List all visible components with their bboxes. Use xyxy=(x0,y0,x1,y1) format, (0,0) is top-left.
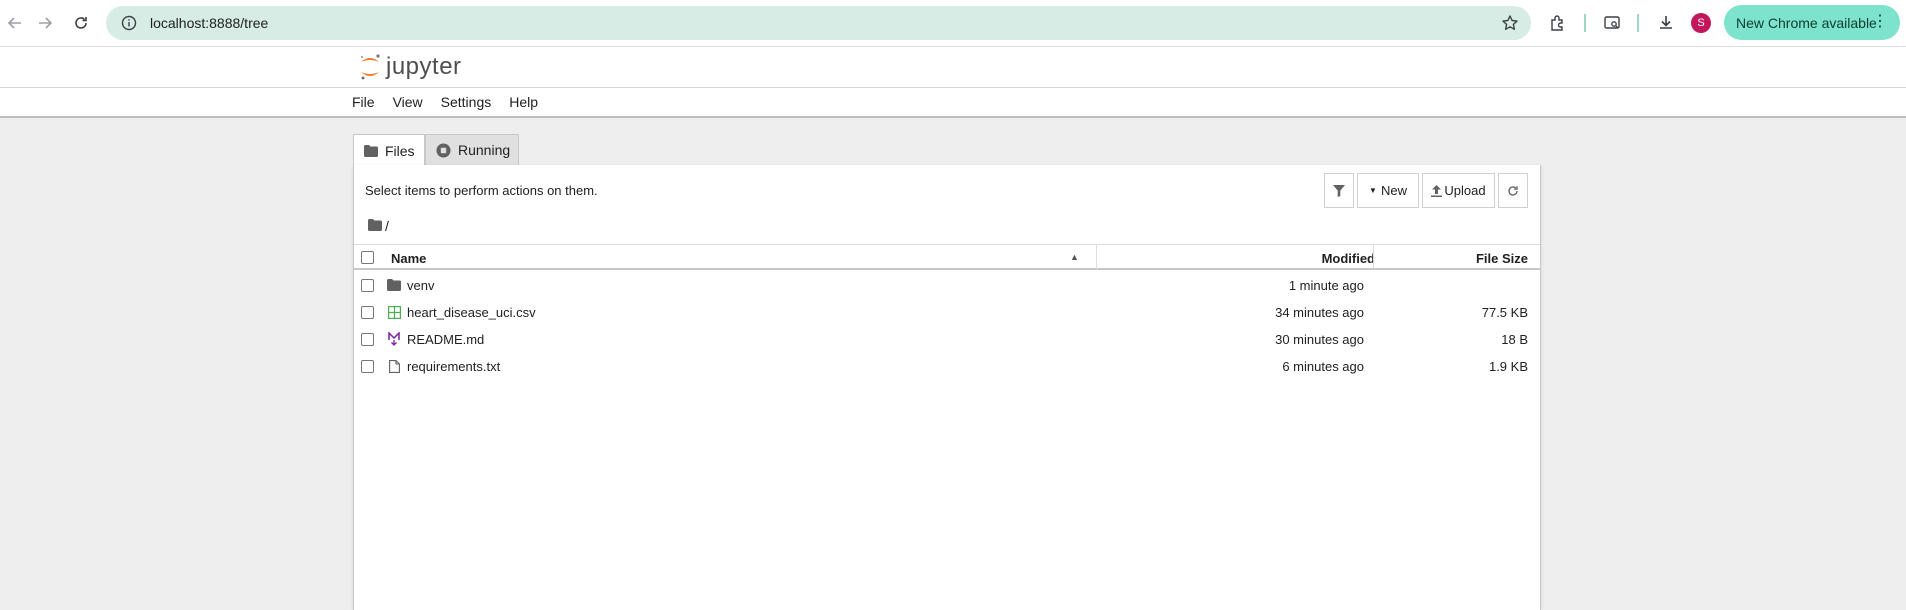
file-row[interactable]: venv 1 minute ago xyxy=(354,272,1540,299)
column-modified[interactable]: Modified xyxy=(1322,251,1375,266)
browser-toolbar: localhost:8888/tree S New Chrome availab… xyxy=(0,0,1906,46)
arrow-left-icon xyxy=(7,17,21,29)
more-menu-icon[interactable]: ⋮ xyxy=(1872,14,1888,30)
tab-files-label: Files xyxy=(385,142,415,159)
forward-button[interactable] xyxy=(30,8,60,38)
reload-button[interactable] xyxy=(66,8,96,38)
filter-icon xyxy=(1333,184,1345,197)
extensions-icon[interactable] xyxy=(1546,11,1570,35)
column-name[interactable]: Name xyxy=(391,251,426,266)
menu-settings[interactable]: Settings xyxy=(441,94,492,110)
arrow-right-icon xyxy=(39,17,53,29)
jupyter-logo[interactable]: jupyter xyxy=(358,53,462,81)
spreadsheet-icon xyxy=(387,305,401,319)
file-name[interactable]: heart_disease_uci.csv xyxy=(407,305,536,320)
download-icon[interactable] xyxy=(1654,11,1678,35)
file-modified: 30 minutes ago xyxy=(1275,332,1364,347)
file-modified: 34 minutes ago xyxy=(1275,305,1364,320)
file-list-header: Name ▲ Modified File Size xyxy=(354,244,1540,270)
markdown-icon xyxy=(387,332,401,346)
menu-file[interactable]: File xyxy=(352,94,375,110)
toolbar-divider xyxy=(1584,14,1586,32)
sort-ascending-icon[interactable]: ▲ xyxy=(1070,252,1079,262)
new-chrome-available-button[interactable]: New Chrome available ⋮ xyxy=(1724,5,1900,40)
column-file-size[interactable]: File Size xyxy=(1476,251,1528,266)
folder-icon xyxy=(387,278,401,292)
jupyter-header: jupyter xyxy=(0,46,1906,88)
refresh-button[interactable] xyxy=(1498,173,1528,208)
new-button-label: New xyxy=(1380,183,1407,198)
toolbar-divider xyxy=(1637,14,1639,32)
address-bar[interactable]: localhost:8888/tree xyxy=(106,6,1531,40)
file-size: 18 B xyxy=(1501,332,1528,347)
caret-down-icon: ▼ xyxy=(1369,186,1377,195)
select-all-checkbox[interactable] xyxy=(361,251,374,264)
bookmark-star-icon[interactable] xyxy=(1501,14,1519,37)
breadcrumb: / xyxy=(368,218,389,234)
upload-icon xyxy=(1431,184,1443,197)
tab-running-label: Running xyxy=(458,142,511,158)
file-modified: 1 minute ago xyxy=(1288,278,1364,293)
column-divider[interactable] xyxy=(1373,245,1374,269)
site-info-icon[interactable] xyxy=(114,15,144,31)
file-size: 1.9 KB xyxy=(1488,359,1528,374)
new-button[interactable]: ▼ New xyxy=(1357,173,1419,208)
update-label: New Chrome available xyxy=(1736,14,1877,31)
menu-bar: File View Settings Help xyxy=(0,88,1906,118)
stop-circle-icon xyxy=(436,143,451,158)
file-row[interactable]: README.md 30 minutes ago 18 B xyxy=(354,326,1540,353)
file-name[interactable]: venv xyxy=(407,278,434,293)
column-divider[interactable] xyxy=(1096,245,1097,269)
text-file-icon xyxy=(387,359,401,373)
row-checkbox[interactable] xyxy=(361,333,374,346)
reload-icon xyxy=(75,17,87,29)
logo-text: jupyter xyxy=(386,53,462,80)
file-size: 77.5 KB xyxy=(1481,305,1528,320)
upload-button[interactable]: Upload xyxy=(1422,173,1495,208)
filter-button[interactable] xyxy=(1324,173,1354,208)
tab-running[interactable]: Running xyxy=(425,134,519,166)
menu-help[interactable]: Help xyxy=(509,94,538,110)
row-checkbox[interactable] xyxy=(361,360,374,373)
file-name[interactable]: requirements.txt xyxy=(407,359,500,374)
file-row[interactable]: heart_disease_uci.csv 34 minutes ago 77.… xyxy=(354,299,1540,326)
file-row[interactable]: requirements.txt 6 minutes ago 1.9 KB xyxy=(354,353,1540,380)
tab-search-icon[interactable] xyxy=(1600,11,1624,35)
back-button[interactable] xyxy=(0,8,30,38)
url-text[interactable]: localhost:8888/tree xyxy=(150,15,268,31)
file-name[interactable]: README.md xyxy=(407,332,484,347)
selection-hint: Select items to perform actions on them. xyxy=(365,183,598,198)
refresh-icon xyxy=(1508,185,1518,196)
folder-icon xyxy=(364,144,378,157)
profile-avatar[interactable]: S xyxy=(1691,13,1711,33)
menu-view[interactable]: View xyxy=(393,94,423,110)
row-checkbox[interactable] xyxy=(361,279,374,292)
jupyter-logo-icon xyxy=(360,54,380,80)
file-modified: 6 minutes ago xyxy=(1282,359,1364,374)
row-checkbox[interactable] xyxy=(361,306,374,319)
file-browser-panel: Select items to perform actions on them.… xyxy=(353,165,1541,610)
folder-icon[interactable] xyxy=(368,218,382,234)
breadcrumb-root[interactable]: / xyxy=(385,218,389,234)
tab-files[interactable]: Files xyxy=(353,134,425,166)
upload-button-label: Upload xyxy=(1444,183,1486,198)
